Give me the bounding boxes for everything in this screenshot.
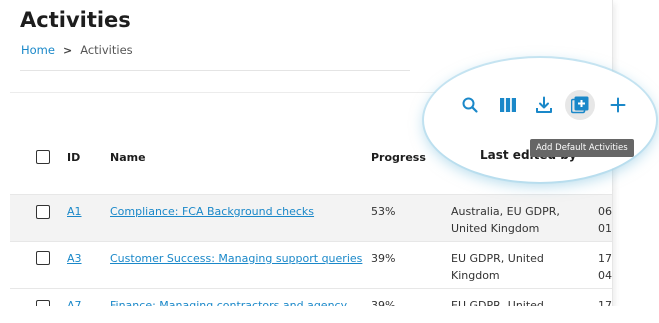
row-date: 06 01 bbox=[598, 203, 612, 237]
row-name-link[interactable]: Compliance: FCA Background checks bbox=[110, 203, 314, 220]
row-date-line1: 17 bbox=[598, 252, 612, 265]
divider bbox=[20, 70, 410, 71]
row-region-line2: United Kingdom bbox=[451, 222, 540, 235]
row-region-line2: Kingdom bbox=[451, 269, 500, 282]
breadcrumb-separator: > bbox=[62, 43, 73, 57]
plus-icon[interactable] bbox=[607, 94, 629, 116]
breadcrumb: Home > Activities bbox=[21, 43, 133, 57]
download-icon[interactable] bbox=[533, 94, 555, 116]
row-checkbox[interactable] bbox=[36, 251, 50, 265]
toolbar-spotlight bbox=[424, 58, 656, 182]
row-name-link[interactable]: Customer Success: Managing support queri… bbox=[110, 250, 362, 267]
bottom-mask bbox=[0, 306, 659, 318]
page-title: Activities bbox=[20, 8, 131, 32]
row-date-line2: 04 bbox=[598, 269, 612, 282]
row-id-link[interactable]: A1 bbox=[67, 203, 82, 220]
add-default-activities-button[interactable] bbox=[565, 90, 595, 120]
row-progress: 39% bbox=[371, 252, 396, 265]
row-region: Australia, EU GDPR, United Kingdom bbox=[451, 203, 560, 237]
row-date: 17 04 bbox=[598, 250, 612, 284]
row-date-line1: 06 bbox=[598, 205, 612, 218]
column-header-name[interactable]: Name bbox=[110, 151, 146, 164]
columns-icon[interactable] bbox=[497, 94, 519, 116]
row-region-line1: EU GDPR, United bbox=[451, 252, 544, 265]
add-default-activities-icon bbox=[571, 96, 589, 114]
select-all-checkbox[interactable] bbox=[36, 150, 50, 164]
breadcrumb-current: Activities bbox=[80, 43, 133, 57]
row-id-link[interactable]: A3 bbox=[67, 250, 82, 267]
row-progress: 53% bbox=[371, 205, 396, 218]
row-region: EU GDPR, United Kingdom bbox=[451, 250, 544, 284]
search-icon[interactable] bbox=[459, 94, 481, 116]
add-default-activities-tooltip: Add Default Activities bbox=[530, 139, 634, 157]
column-header-progress[interactable]: Progress bbox=[371, 151, 426, 164]
row-checkbox[interactable] bbox=[36, 205, 50, 219]
row-date-line2: 01 bbox=[598, 222, 612, 235]
row-region-line1: Australia, EU GDPR, bbox=[451, 205, 560, 218]
column-header-id[interactable]: ID bbox=[67, 151, 80, 164]
breadcrumb-home-link[interactable]: Home bbox=[21, 43, 55, 57]
